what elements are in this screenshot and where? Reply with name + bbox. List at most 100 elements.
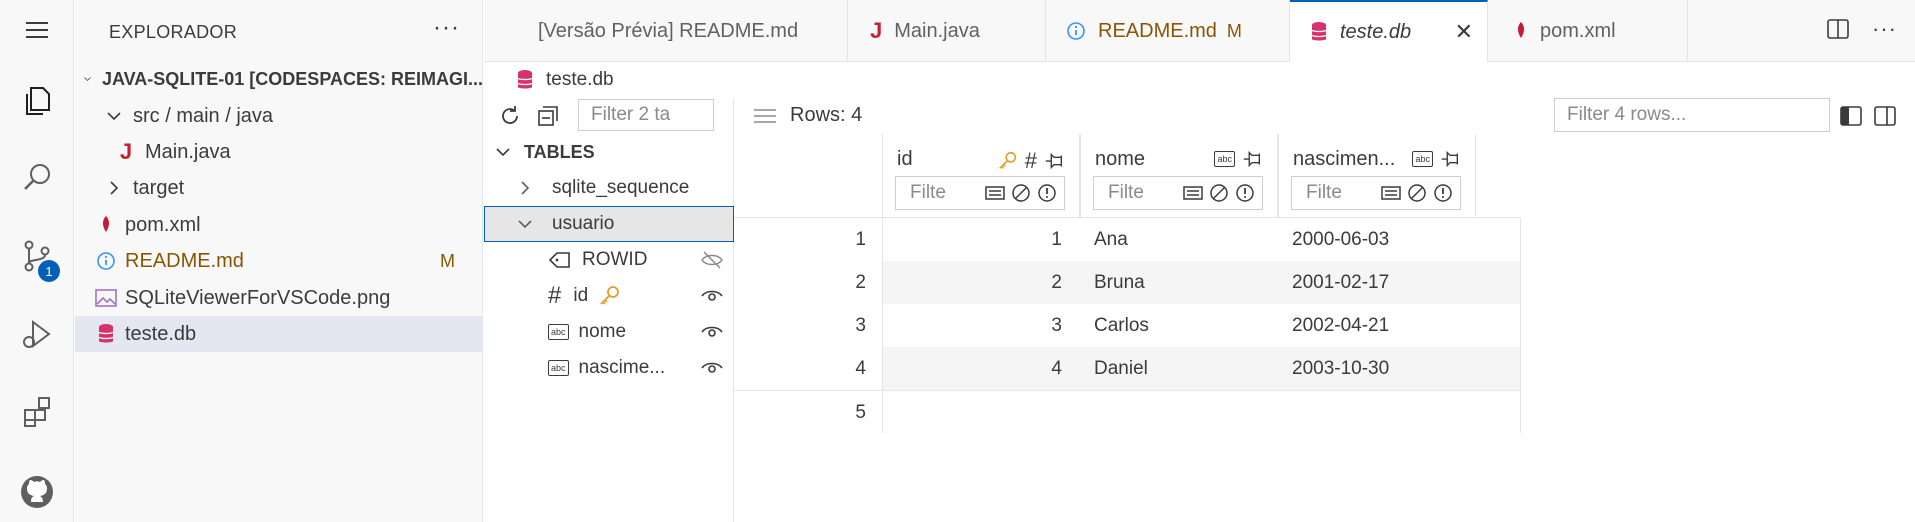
column-header-nome[interactable]: nome abc Filte [1080, 134, 1278, 218]
cell-id[interactable]: 2 [882, 261, 1080, 304]
cell-nascimento[interactable]: 2000-06-03 [1278, 218, 1520, 261]
breadcrumb-item[interactable]: teste.db [546, 69, 614, 91]
chevron-down-icon [496, 148, 510, 157]
pin-icon[interactable] [1439, 148, 1461, 170]
sidebar-right-icon[interactable] [1873, 104, 1897, 128]
file-label: pom.xml [125, 213, 201, 236]
more-actions-icon[interactable]: ··· [433, 14, 460, 42]
column-filter-input[interactable]: Filte [1093, 176, 1263, 210]
cell-nascimento[interactable] [1278, 391, 1520, 434]
table-row-new[interactable]: 5 [734, 390, 1520, 434]
text-filter-icon[interactable] [1182, 182, 1204, 204]
explorer-sidebar: EXPLORADOR ··· JAVA-SQLITE-01 [CODESPACE… [75, 0, 483, 522]
cell-nome[interactable]: Daniel [1080, 347, 1278, 390]
sidebar-left-icon[interactable] [1839, 104, 1863, 128]
eye-icon[interactable] [700, 320, 724, 344]
table-row[interactable]: 4 4 Daniel 2003-10-30 [734, 347, 1520, 390]
warning-filter-icon[interactable] [1432, 182, 1454, 204]
column-label: ROWID [582, 249, 648, 270]
column-icons: # [997, 148, 1065, 174]
sqlite-viewer: Filter 2 ta TABLES sqlite_sequence usuar… [484, 98, 1915, 522]
grid-toolbar: Rows: 4 Filter 4 rows... [734, 98, 1915, 134]
eye-icon[interactable] [700, 284, 724, 308]
column-title: nascimen... [1293, 148, 1396, 170]
file-main-java[interactable]: J Main.java [75, 134, 483, 170]
close-icon[interactable]: ✕ [1455, 19, 1473, 45]
null-filter-icon[interactable] [1010, 182, 1032, 204]
pin-icon[interactable] [1241, 148, 1263, 170]
tab-main-java[interactable]: J Main.java [848, 0, 1046, 62]
cell-nome[interactable] [1080, 391, 1278, 434]
warning-filter-icon[interactable] [1036, 182, 1058, 204]
table-sqlite-sequence[interactable]: sqlite_sequence [484, 170, 734, 206]
table-row[interactable]: 3 3 Carlos 2002-04-21 [734, 304, 1520, 347]
cell-id[interactable]: 4 [882, 347, 1080, 390]
null-filter-icon[interactable] [1406, 182, 1428, 204]
table-row[interactable]: 1 1 Ana 2000-06-03 [734, 218, 1520, 261]
null-filter-icon[interactable] [1208, 182, 1230, 204]
cell-nome[interactable]: Carlos [1080, 304, 1278, 347]
cell-nome[interactable]: Ana [1080, 218, 1278, 261]
tab-pom-xml[interactable]: pom.xml [1488, 0, 1688, 62]
text-type-icon: abc [1412, 151, 1433, 167]
cell-nascimento[interactable]: 2002-04-21 [1278, 304, 1520, 347]
explorer-icon[interactable] [0, 70, 74, 130]
column-id[interactable]: # id [484, 278, 734, 314]
github-icon[interactable] [0, 462, 74, 522]
cell-id[interactable]: 3 [882, 304, 1080, 347]
file-teste-db[interactable]: teste.db [75, 316, 483, 352]
split-editor-icon[interactable] [1826, 18, 1850, 40]
column-nome[interactable]: abc nome [484, 314, 734, 350]
layout-toggles [1839, 104, 1897, 128]
folder-target[interactable]: target [75, 170, 483, 206]
source-control-icon[interactable]: 1 [0, 226, 74, 286]
column-header-id[interactable]: id # Filte [882, 134, 1080, 218]
folder-src-main-java[interactable]: src / main / java [75, 98, 483, 134]
text-type-icon: abc [548, 360, 569, 376]
file-readme-md[interactable]: README.md M [75, 243, 483, 279]
filter-icons [1380, 182, 1454, 204]
menu-icon[interactable] [0, 0, 74, 60]
column-rowid[interactable]: ROWID [484, 242, 734, 278]
text-filter-icon[interactable] [984, 182, 1006, 204]
column-filter-input[interactable]: Filte [895, 176, 1065, 210]
extensions-icon[interactable] [0, 382, 74, 442]
grid-divider [882, 218, 883, 433]
file-sqliteviewer-png[interactable]: SQLiteViewerForVSCode.png [75, 280, 483, 316]
database-icon [516, 69, 534, 91]
table-row[interactable]: 2 2 Bruna 2001-02-17 [734, 261, 1520, 304]
column-header-nascimento[interactable]: nascimen... abc Filte [1278, 134, 1476, 218]
table-usuario[interactable]: usuario [484, 206, 734, 242]
cell-nascimento[interactable]: 2001-02-17 [1278, 261, 1520, 304]
run-debug-icon[interactable] [0, 304, 74, 364]
column-nascimento[interactable]: abc nascime... [484, 350, 734, 386]
chevron-down-icon [107, 112, 121, 121]
tab-teste-db[interactable]: teste.db ✕ [1290, 0, 1488, 62]
refresh-icon[interactable] [498, 104, 522, 128]
eye-icon[interactable] [700, 356, 724, 380]
column-filter-input[interactable]: Filte [1291, 176, 1461, 210]
modified-badge: M [440, 250, 455, 271]
row-number: 5 [734, 391, 882, 434]
tab-readme-md[interactable]: README.md M [1046, 0, 1290, 62]
tab-readme-preview[interactable]: [Versão Prévia] README.md [484, 0, 848, 62]
warning-filter-icon[interactable] [1234, 182, 1256, 204]
text-filter-icon[interactable] [1380, 182, 1402, 204]
schema-toolbar: Filter 2 ta [484, 98, 734, 134]
more-actions-icon[interactable]: ··· [1872, 16, 1897, 42]
pin-icon[interactable] [1043, 150, 1065, 172]
search-icon[interactable] [0, 148, 74, 208]
cell-id[interactable]: 1 [882, 218, 1080, 261]
workspace-folder[interactable]: JAVA-SQLITE-01 [CODESPACES: REIMAGI... [75, 61, 483, 97]
rows-filter-input[interactable]: Filter 4 rows... [1554, 98, 1830, 132]
collapse-all-icon[interactable] [536, 104, 560, 128]
tables-section[interactable]: TABLES [484, 134, 734, 170]
cell-id[interactable] [882, 391, 1080, 434]
info-icon [1066, 21, 1086, 41]
cell-nome[interactable]: Bruna [1080, 261, 1278, 304]
eye-closed-icon[interactable] [700, 248, 724, 272]
breadcrumb: teste.db [484, 62, 1915, 98]
file-pom-xml[interactable]: pom.xml [75, 207, 483, 243]
tables-filter-input[interactable]: Filter 2 ta [578, 99, 714, 131]
cell-nascimento[interactable]: 2003-10-30 [1278, 347, 1520, 390]
